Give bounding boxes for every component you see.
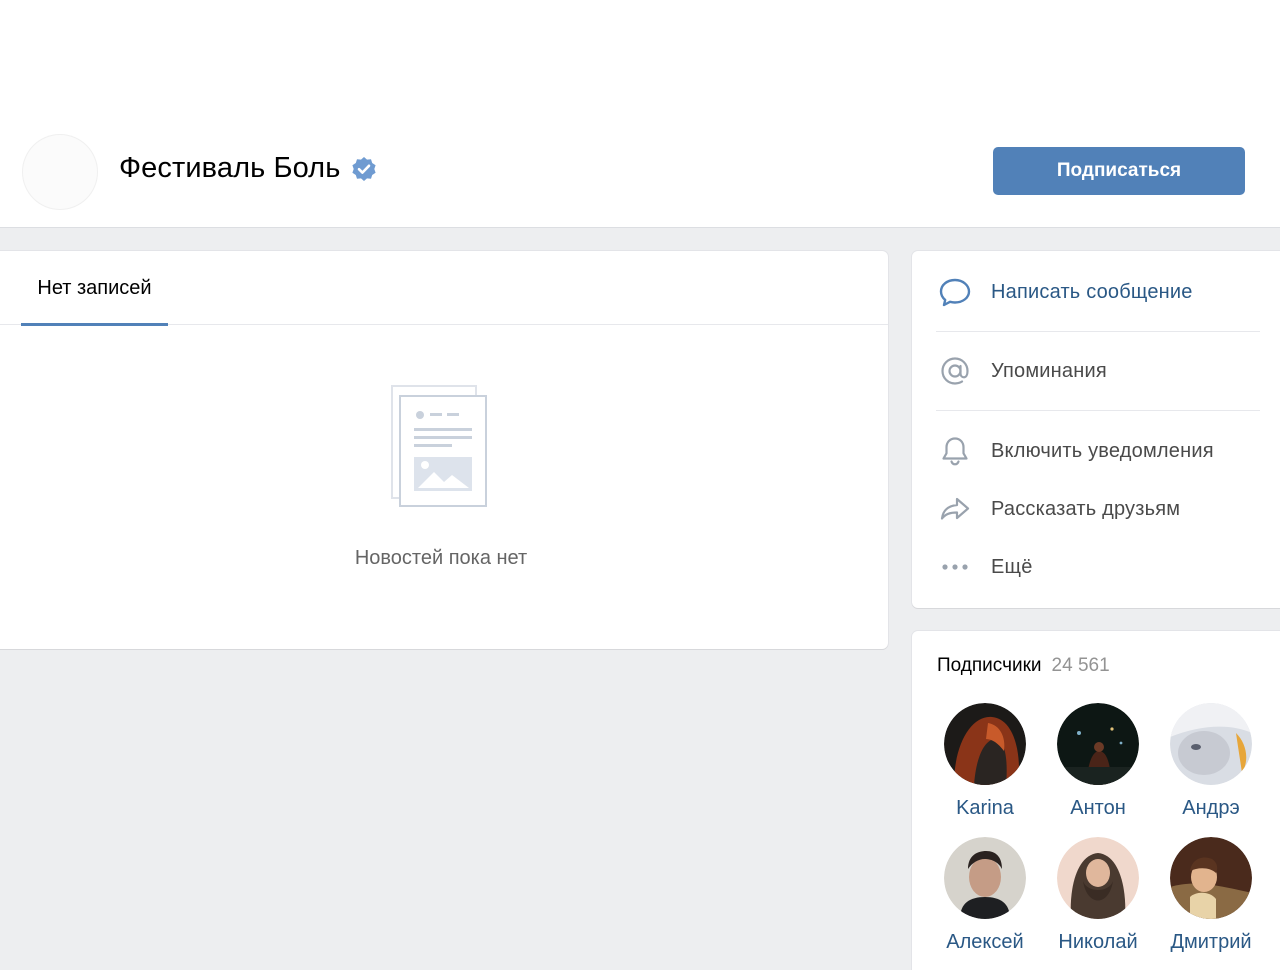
follower-name: Андрэ [1182, 797, 1240, 819]
at-sign-icon [938, 354, 972, 388]
followers-title: Подписчики [937, 655, 1042, 676]
tab-no-posts[interactable]: Нет записей [21, 251, 168, 326]
enable-notifications-action[interactable]: Включить уведомления [912, 426, 1280, 476]
message-bubble-icon [938, 275, 972, 309]
action-label: Включить уведомления [991, 439, 1214, 462]
follower-name: Антон [1070, 797, 1126, 819]
write-message-action[interactable]: Написать сообщение [912, 267, 1280, 317]
share-with-friends-action[interactable]: Рассказать друзьям [912, 484, 1280, 534]
community-avatar[interactable] [22, 134, 98, 210]
avatar [1057, 837, 1139, 919]
follower-name: Дмитрий [1170, 931, 1252, 953]
title-group: Фестиваль Боль [119, 152, 377, 185]
action-label: Рассказать друзьям [991, 497, 1181, 520]
action-label: Упоминания [991, 359, 1107, 382]
followers-header[interactable]: Подписчики 24 561 [937, 655, 1110, 677]
avatar [944, 837, 1026, 919]
wall-card: Нет записей Новостей пока нет [0, 251, 888, 649]
actions-card: Написать сообщение Упоминания Включить у… [912, 251, 1280, 608]
action-label: Ещё [991, 555, 1033, 578]
wall-tabs: Нет записей [0, 251, 888, 326]
follower-name: Karina [956, 797, 1014, 819]
follower-name: Николай [1058, 931, 1138, 953]
follower-item[interactable]: Антон [1038, 703, 1158, 820]
avatar [944, 703, 1026, 785]
more-action[interactable]: Ещё [912, 542, 1280, 592]
news-document-icon [390, 384, 494, 513]
page-title: Фестиваль Боль [119, 152, 341, 184]
subscribe-button[interactable]: Подписаться [993, 147, 1245, 195]
action-label: Написать сообщение [991, 280, 1193, 303]
bell-icon [938, 434, 972, 468]
followers-card: Подписчики 24 561 Karina Антон Андрэ Але… [912, 631, 1280, 970]
community-header: Фестиваль Боль Подписаться [0, 0, 1280, 228]
followers-count: 24 561 [1051, 655, 1110, 676]
avatar [1057, 703, 1139, 785]
share-arrow-icon [938, 492, 972, 526]
follower-name: Алексей [946, 931, 1024, 953]
divider [936, 410, 1260, 411]
follower-item[interactable]: Karina [925, 703, 1045, 820]
follower-item[interactable]: Андрэ [1151, 703, 1271, 820]
more-dots-icon [938, 550, 972, 584]
mentions-action[interactable]: Упоминания [912, 346, 1280, 396]
divider [936, 331, 1260, 332]
follower-item[interactable]: Николай [1038, 837, 1158, 954]
verified-check-icon[interactable] [351, 156, 377, 182]
follower-item[interactable]: Алексей [925, 837, 1045, 954]
empty-state-text: Новостей пока нет [354, 547, 528, 569]
avatar [1170, 837, 1252, 919]
follower-item[interactable]: Дмитрий [1151, 837, 1271, 954]
avatar [1170, 703, 1252, 785]
